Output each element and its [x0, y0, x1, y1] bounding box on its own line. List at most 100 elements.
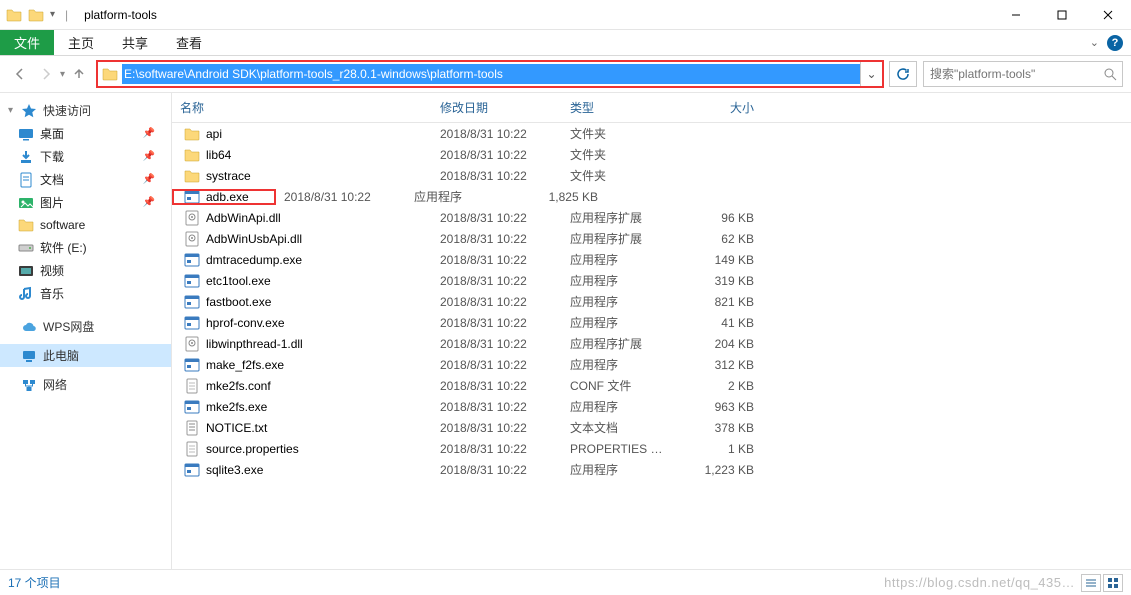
nav-back-button[interactable]	[8, 62, 32, 86]
exe-icon	[184, 189, 200, 205]
file-type: 应用程序	[562, 272, 682, 289]
music-icon	[18, 286, 34, 302]
sidebar-item[interactable]: 下载 📌	[0, 145, 171, 168]
file-row[interactable]: mke2fs.conf 2018/8/31 10:22 CONF 文件 2 KB	[172, 375, 1131, 396]
address-dropdown-icon[interactable]: ⌄	[860, 62, 882, 86]
desktop-icon	[18, 126, 34, 142]
view-details-button[interactable]	[1081, 574, 1101, 592]
file-name: dmtracedump.exe	[206, 253, 302, 267]
downloads-icon	[18, 149, 34, 165]
view-icons-button[interactable]	[1103, 574, 1123, 592]
file-row[interactable]: AdbWinApi.dll 2018/8/31 10:22 应用程序扩展 96 …	[172, 207, 1131, 228]
file-name: adb.exe	[206, 190, 249, 204]
file-row[interactable]: dmtracedump.exe 2018/8/31 10:22 应用程序 149…	[172, 249, 1131, 270]
file-row[interactable]: sqlite3.exe 2018/8/31 10:22 应用程序 1,223 K…	[172, 459, 1131, 480]
file-name: hprof-conv.exe	[206, 316, 285, 330]
file-size: 821 KB	[682, 295, 762, 309]
minimize-button[interactable]	[993, 0, 1039, 30]
sidebar-item[interactable]: 软件 (E:)	[0, 236, 171, 259]
videos-icon	[18, 263, 34, 279]
ribbon-tab-home[interactable]: 主页	[54, 30, 108, 55]
nav-forward-button[interactable]	[34, 62, 58, 86]
close-button[interactable]	[1085, 0, 1131, 30]
file-size: 204 KB	[682, 337, 762, 351]
file-row[interactable]: source.properties 2018/8/31 10:22 PROPER…	[172, 438, 1131, 459]
file-row[interactable]: NOTICE.txt 2018/8/31 10:22 文本文档 378 KB	[172, 417, 1131, 438]
sidebar-label: 快速访问	[43, 102, 91, 119]
sidebar-this-pc[interactable]: ▸ 此电脑	[0, 344, 171, 367]
sidebar-item[interactable]: software	[0, 214, 171, 236]
file-row[interactable]: make_f2fs.exe 2018/8/31 10:22 应用程序 312 K…	[172, 354, 1131, 375]
file-type: 应用程序	[562, 356, 682, 373]
address-bar[interactable]: ⌄	[97, 61, 883, 87]
file-size: 1,825 KB	[526, 190, 606, 204]
sidebar-item[interactable]: 视频	[0, 259, 171, 282]
maximize-button[interactable]	[1039, 0, 1085, 30]
sidebar-network[interactable]: ▸ 网络	[0, 373, 171, 396]
pc-icon	[21, 348, 37, 364]
file-name: NOTICE.txt	[206, 421, 267, 435]
sidebar-wps[interactable]: ▸ WPS网盘	[0, 315, 171, 338]
column-header-date[interactable]: 修改日期	[432, 93, 562, 122]
nav-bar: ▾ ⌄	[0, 56, 1131, 92]
file-size: 96 KB	[682, 211, 762, 225]
search-input[interactable]	[924, 65, 1098, 83]
file-size: 41 KB	[682, 316, 762, 330]
file-row[interactable]: AdbWinUsbApi.dll 2018/8/31 10:22 应用程序扩展 …	[172, 228, 1131, 249]
nav-history-dropdown-icon[interactable]: ▾	[60, 69, 65, 80]
column-header-type[interactable]: 类型	[562, 93, 682, 122]
watermark-text: https://blog.csdn.net/qq_435…	[884, 575, 1075, 590]
file-row[interactable]: mke2fs.exe 2018/8/31 10:22 应用程序 963 KB	[172, 396, 1131, 417]
sidebar-item-label: software	[40, 218, 85, 232]
file-date: 2018/8/31 10:22	[432, 421, 562, 435]
sidebar-item[interactable]: 音乐	[0, 282, 171, 305]
explorer-icon	[28, 7, 44, 23]
exe-icon	[184, 294, 200, 310]
file-row[interactable]: etc1tool.exe 2018/8/31 10:22 应用程序 319 KB	[172, 270, 1131, 291]
nav-up-button[interactable]	[67, 62, 91, 86]
title-bar: ▾ | platform-tools	[0, 0, 1131, 30]
sidebar-item[interactable]: 文档 📌	[0, 168, 171, 191]
file-row[interactable]: hprof-conv.exe 2018/8/31 10:22 应用程序 41 K…	[172, 312, 1131, 333]
file-row[interactable]: systrace 2018/8/31 10:22 文件夹	[172, 165, 1131, 186]
file-name: source.properties	[206, 442, 299, 456]
file-type: 应用程序	[562, 398, 682, 415]
exe-icon	[184, 273, 200, 289]
sidebar-item-label: 软件 (E:)	[40, 239, 87, 256]
file-row[interactable]: adb.exe 2018/8/31 10:22 应用程序 1,825 KB	[172, 186, 1131, 207]
file-name: lib64	[206, 148, 231, 162]
sidebar-item[interactable]: 图片 📌	[0, 191, 171, 214]
sidebar-item[interactable]: 桌面 📌	[0, 122, 171, 145]
qat-dropdown-icon[interactable]: ▾	[50, 9, 55, 20]
status-bar: 17 个项目 https://blog.csdn.net/qq_435…	[0, 569, 1131, 595]
folder-icon	[6, 7, 22, 23]
file-name: mke2fs.exe	[206, 400, 267, 414]
search-icon	[1098, 67, 1122, 81]
file-row[interactable]: lib64 2018/8/31 10:22 文件夹	[172, 144, 1131, 165]
exe-icon	[184, 462, 200, 478]
pictures-icon	[18, 195, 34, 211]
folder-icon	[184, 168, 200, 184]
pin-icon: 📌	[143, 128, 155, 139]
file-name: api	[206, 127, 222, 141]
file-row[interactable]: fastboot.exe 2018/8/31 10:22 应用程序 821 KB	[172, 291, 1131, 312]
file-name: etc1tool.exe	[206, 274, 271, 288]
file-date: 2018/8/31 10:22	[432, 463, 562, 477]
ribbon-tab-share[interactable]: 共享	[108, 30, 162, 55]
ribbon-file-tab[interactable]: 文件	[0, 30, 54, 55]
address-input[interactable]	[122, 64, 860, 84]
ribbon-expand-icon[interactable]: ⌄	[1090, 36, 1099, 49]
sidebar-quick-access[interactable]: ▾ 快速访问	[0, 99, 171, 122]
ribbon: 文件 主页 共享 查看 ⌄ ?	[0, 30, 1131, 56]
file-type: 应用程序	[562, 251, 682, 268]
file-name: fastboot.exe	[206, 295, 271, 309]
column-header-name[interactable]: 名称	[172, 93, 432, 122]
file-row[interactable]: libwinpthread-1.dll 2018/8/31 10:22 应用程序…	[172, 333, 1131, 354]
column-header-size[interactable]: 大小	[682, 93, 762, 122]
refresh-button[interactable]	[889, 61, 917, 87]
file-date: 2018/8/31 10:22	[432, 127, 562, 141]
ribbon-tab-view[interactable]: 查看	[162, 30, 216, 55]
search-box[interactable]	[923, 61, 1123, 87]
help-icon[interactable]: ?	[1107, 35, 1123, 51]
file-row[interactable]: api 2018/8/31 10:22 文件夹	[172, 123, 1131, 144]
